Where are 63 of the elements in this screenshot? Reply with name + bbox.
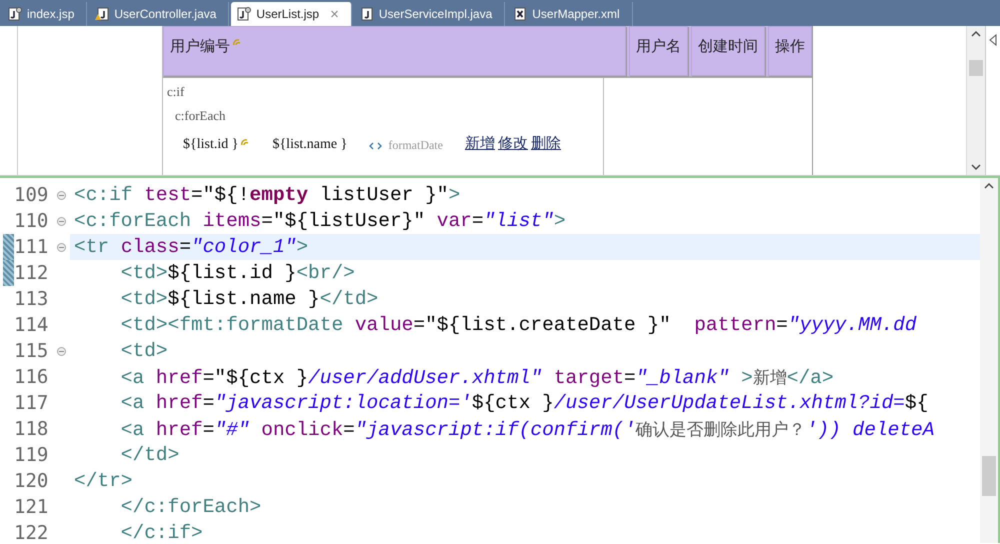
tag-icon: [369, 142, 382, 150]
code-line: <a href="${ctx }/user/addUser.xhtml" target="_blank" >新增</a>: [120, 366, 834, 388]
tab-label: UserMapper.xml: [532, 7, 620, 21]
line-number: 119: [14, 444, 50, 466]
close-icon[interactable]: ×: [330, 6, 339, 22]
header-cell: 用户名: [629, 26, 688, 76]
line-number: 110: [14, 210, 50, 232]
cell-text: ${list.id }: [183, 137, 238, 153]
vertical-scrollbar[interactable]: [966, 26, 985, 175]
code-line: <c:forEach items="${listUser}" var="list">: [74, 210, 566, 232]
left-triangle-icon[interactable]: [989, 34, 997, 46]
editor-tab[interactable]: index.jsp: [2, 2, 88, 26]
line-number: 113: [14, 288, 50, 310]
link[interactable]: 删除: [530, 134, 561, 153]
line-number: 121: [14, 496, 50, 518]
code-line: <td>${list.id }<br/>: [120, 262, 355, 284]
header-cell: 操作: [768, 26, 812, 76]
java-file-warning-icon: [95, 7, 110, 21]
line-number: 120: [14, 470, 50, 492]
xml-file-icon: [513, 7, 528, 21]
fold-icon[interactable]: [57, 242, 66, 252]
line-number: 118: [14, 418, 50, 440]
fold-icon[interactable]: [57, 190, 66, 200]
code-line: <tr class="color_1">: [74, 236, 308, 258]
editor-scrollbar[interactable]: [980, 178, 998, 543]
line-number: 116: [14, 366, 50, 388]
line-number: 115: [14, 340, 50, 362]
line-number: 117: [14, 392, 50, 414]
link[interactable]: 修改: [498, 134, 528, 153]
fold-icon[interactable]: [57, 216, 66, 226]
tag-label: formatDate: [388, 138, 443, 153]
code-line: <a href="#" onclick="javascript:if(confirm('确认是否删除此用户？')) deleteA: [120, 418, 934, 440]
cell-text: ${list.name }: [272, 137, 348, 153]
scroll-thumb[interactable]: [982, 456, 996, 496]
tab-label: UserServiceImpl.java: [378, 7, 492, 21]
code-line: <td>${list.name }</td>: [120, 288, 378, 310]
jsp-file-icon: [237, 7, 252, 21]
line-number: 112: [14, 262, 50, 284]
tag-label: c:forEach: [175, 108, 226, 124]
code-line: <a href="javascript:location='${ctx }/user/UserUpdateList.xhtml?id=${: [120, 392, 928, 414]
editor-tab[interactable]: UserList.jsp ×: [231, 2, 352, 26]
scroll-thumb[interactable]: [969, 60, 983, 76]
line-number: 109: [14, 184, 50, 206]
header-cell: 创建时间: [691, 26, 765, 76]
code-line: </c:if>: [120, 522, 203, 543]
code-line: <c:if test="${!empty listUser }">: [74, 184, 460, 206]
header-cell: 用户编号: [163, 26, 626, 76]
tab-label: UserController.java: [114, 7, 216, 21]
line-number: 114: [14, 314, 50, 336]
code-line: </c:forEach>: [120, 496, 262, 518]
link[interactable]: 新增: [464, 134, 495, 153]
code-line: <td>: [120, 340, 168, 362]
java-file-icon: [360, 7, 374, 21]
code-line: </tr>: [74, 470, 133, 492]
tab-label: index.jsp: [27, 7, 74, 21]
tab-label: UserList.jsp: [256, 7, 320, 21]
tag-label: c:if: [167, 84, 184, 100]
jsp-file-icon: [8, 7, 22, 21]
code-line: </td>: [120, 444, 180, 466]
code-line: <td><fmt:formatDate value="${list.createDate }" pattern="yyyy.MM.dd: [120, 314, 917, 336]
fold-icon[interactable]: [57, 346, 66, 356]
line-number: 111: [14, 236, 50, 258]
line-number: 122: [14, 522, 50, 543]
